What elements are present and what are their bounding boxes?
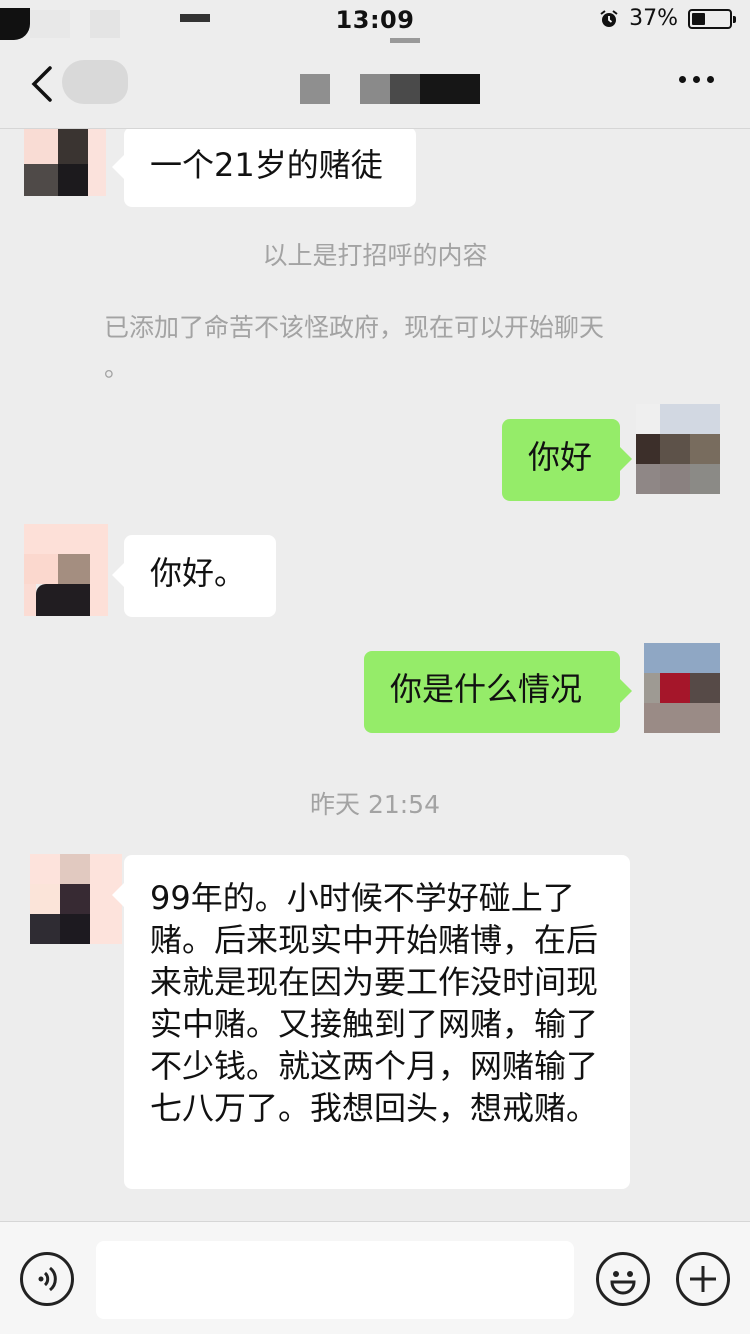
status-right: 37% — [599, 6, 736, 31]
emoji-icon[interactable] — [596, 1252, 650, 1306]
message-list[interactable]: 一个21岁的赌徒 以上是打招呼的内容 已添加了命苦不该怪政府，现在可以开始聊天 … — [0, 129, 750, 1221]
battery-fill — [692, 12, 706, 25]
chevron-left-icon[interactable] — [28, 62, 58, 106]
message-text: 你是什么情况 — [390, 670, 583, 708]
battery-icon — [688, 8, 736, 29]
input-bar — [0, 1221, 750, 1334]
back-label-redacted[interactable] — [62, 60, 128, 104]
avatar[interactable] — [24, 129, 106, 196]
alarm-icon — [600, 9, 618, 27]
message-text: 你好 — [528, 438, 593, 476]
message-input[interactable] — [96, 1241, 574, 1319]
battery-percent: 37% — [629, 6, 678, 31]
more-dots-icon[interactable] — [679, 76, 714, 83]
message-text: 你好。 — [150, 554, 247, 592]
avatar[interactable] — [644, 643, 720, 733]
message-text: 一个21岁的赌徒 — [150, 146, 383, 184]
plus-icon[interactable] — [676, 1252, 730, 1306]
message-bubble-incoming[interactable]: 一个21岁的赌徒 — [112, 129, 416, 207]
message-bubble-incoming[interactable]: 你好。 — [112, 535, 276, 617]
avatar[interactable] — [30, 854, 122, 944]
voice-icon[interactable] — [20, 1252, 74, 1306]
system-notice-line: 已添加了命苦不该怪政府，现在可以开始聊天 — [104, 313, 605, 342]
system-notice: 以上是打招呼的内容 — [262, 241, 488, 270]
message-bubble-outgoing[interactable]: 你好 — [502, 419, 632, 501]
message-bubble-outgoing[interactable]: 你是什么情况 — [364, 651, 632, 733]
avatar[interactable] — [24, 524, 108, 616]
avatar[interactable] — [636, 404, 720, 494]
message-text: 99年的。小时候不学好碰上了赌。后来现实中开始赌博，在后来就是现在因为要工作没时… — [150, 879, 599, 1127]
system-notice-line: 。 — [104, 353, 130, 382]
chat-header — [0, 40, 750, 129]
timestamp: 昨天 21:54 — [310, 790, 440, 819]
status-bar: 13:09 37% — [0, 0, 750, 43]
message-bubble-incoming[interactable]: 99年的。小时候不学好碰上了赌。后来现实中开始赌博，在后来就是现在因为要工作没时… — [112, 855, 630, 1189]
